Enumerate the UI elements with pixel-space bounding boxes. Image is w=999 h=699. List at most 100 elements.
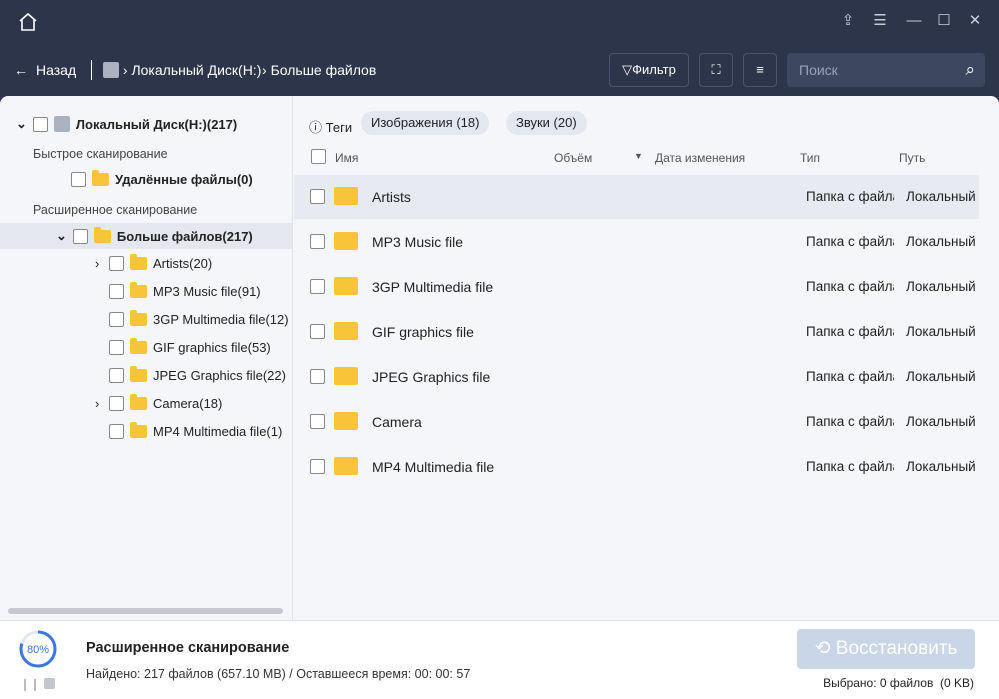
select-all-checkbox[interactable]: [311, 149, 326, 164]
checkbox[interactable]: [109, 312, 124, 327]
chevron-down-icon[interactable]: ⌄: [16, 116, 27, 132]
row-type: Папка с файлами: [806, 459, 894, 474]
row-checkbox[interactable]: [310, 414, 325, 429]
tree-deleted[interactable]: Удалённые файлы(0): [71, 170, 253, 187]
pause-icon[interactable]: ❙❙: [20, 677, 40, 691]
row-checkbox[interactable]: [310, 189, 325, 204]
list-icon: ≡: [756, 62, 764, 77]
column-type[interactable]: Тип: [800, 151, 820, 165]
row-type: Папка с файлами: [806, 234, 894, 249]
progress-ring: 80%: [19, 630, 57, 668]
row-type: Папка с файлами: [806, 279, 894, 294]
search-placeholder: Поиск: [799, 62, 838, 78]
checkbox[interactable]: [109, 256, 124, 271]
row-type: Папка с файлами: [806, 189, 894, 204]
folder-icon: [130, 254, 147, 270]
folder-icon: [130, 338, 147, 354]
checkbox[interactable]: [109, 424, 124, 439]
menu-icon[interactable]: ☰: [871, 12, 889, 30]
recover-label: Восстановить: [835, 638, 958, 659]
tree-label: MP4 Multimedia file(1): [153, 424, 283, 439]
help-icon: ⓘ: [309, 120, 323, 135]
folder-icon: [334, 412, 358, 430]
chevron-down-icon[interactable]: ⌄: [56, 228, 67, 244]
row-checkbox[interactable]: [310, 369, 325, 384]
table-row[interactable]: Artists Папка с файлами Локальный Диск: [294, 175, 979, 219]
checkbox[interactable]: [32, 116, 48, 132]
search-input[interactable]: Поиск ⌕: [787, 53, 985, 87]
tree-label: 3GP Multimedia file(12): [153, 312, 289, 327]
column-name[interactable]: Имя: [335, 151, 358, 165]
breadcrumb-disk[interactable]: › Локальный Диск(H:): [103, 62, 261, 78]
table-row[interactable]: JPEG Graphics file Папка с файлами Локальн…: [294, 355, 979, 399]
checkbox[interactable]: [71, 172, 86, 187]
tree-label: Больше файлов(217): [116, 228, 253, 244]
row-name: 3GP Multimedia file: [372, 279, 494, 295]
home-icon[interactable]: [18, 12, 38, 32]
tree-label: Локальный Диск(H:)(217): [75, 116, 238, 132]
folder-icon: [334, 187, 358, 205]
tree-root[interactable]: ⌄ Локальный Диск(H:)(217): [16, 116, 237, 132]
table-row[interactable]: 3GP Multimedia file Папка с файлами Локаль…: [294, 265, 979, 309]
file-list: ⓘ Теги Изображения (18) Звуки (20) Имя О…: [294, 96, 999, 620]
back-button[interactable]: ← Назад: [14, 62, 76, 78]
table-row[interactable]: MP3 Music file Папка с файлами Локальный Д…: [294, 220, 979, 264]
breadcrumb-current[interactable]: › Больше файлов: [262, 62, 376, 78]
crumb-label: Больше файлов: [270, 62, 377, 78]
tree-item[interactable]: 3GP Multimedia file(12): [109, 310, 289, 327]
row-name: JPEG Graphics file: [372, 369, 491, 385]
tree-label: MP3 Music file(91): [153, 284, 261, 299]
row-checkbox[interactable]: [310, 279, 325, 294]
group-quick-scan: Быстрое сканирование: [33, 147, 168, 161]
row-checkbox[interactable]: [310, 459, 325, 474]
divider: [91, 60, 92, 80]
column-size[interactable]: Объём: [554, 151, 592, 165]
chevron-right-icon[interactable]: ›: [95, 256, 103, 271]
checkbox[interactable]: [109, 396, 124, 411]
crumb-label: Локальный Диск(H:): [131, 62, 262, 78]
table-row[interactable]: Camera Папка с файлами Локальный Диск: [294, 400, 979, 444]
disk-icon: [53, 116, 70, 132]
tree-item[interactable]: JPEG Graphics file(22): [109, 366, 286, 383]
row-type: Папка с файлами: [806, 369, 894, 384]
folder-icon: [93, 226, 111, 243]
row-type: Папка с файлами: [806, 414, 894, 429]
row-checkbox[interactable]: [310, 234, 325, 249]
preview-button[interactable]: ⛶: [699, 53, 733, 87]
folder-icon: [334, 457, 358, 475]
checkbox[interactable]: [109, 284, 124, 299]
share-icon[interactable]: ⇪: [839, 12, 857, 30]
recover-button[interactable]: ⟲ Восстановить: [797, 629, 975, 669]
minimize-icon[interactable]: —: [905, 12, 923, 30]
tree-label: Artists(20): [153, 256, 213, 271]
checkbox[interactable]: [72, 228, 88, 244]
column-path[interactable]: Путь: [899, 151, 925, 165]
close-icon[interactable]: ✕: [966, 12, 984, 30]
search-icon[interactable]: ⌕: [965, 53, 975, 87]
checkbox[interactable]: [109, 368, 124, 383]
sort-down-icon[interactable]: ▼: [634, 151, 643, 161]
column-date[interactable]: Дата изменения: [655, 151, 745, 165]
maximize-icon[interactable]: ☐: [935, 12, 953, 30]
table-row[interactable]: GIF graphics file Папка с файлами Локальны…: [294, 310, 979, 354]
group-deep-scan: Расширенное сканирование: [33, 203, 198, 217]
filter-button[interactable]: ▽Фильтр: [609, 53, 689, 87]
tree-item[interactable]: › Artists(20): [95, 254, 213, 271]
row-checkbox[interactable]: [310, 324, 325, 339]
list-view-button[interactable]: ≡: [743, 53, 777, 87]
tree-item[interactable]: › Camera(18): [95, 394, 222, 411]
tree-more-files[interactable]: ⌄ Больше файлов(217): [56, 226, 253, 244]
folder-icon: [130, 422, 147, 438]
tree-item[interactable]: GIF graphics file(53): [109, 338, 271, 355]
stop-icon[interactable]: [44, 678, 55, 689]
folder-icon: [130, 310, 147, 326]
chevron-right-icon[interactable]: ›: [95, 396, 103, 411]
chip-images[interactable]: Изображения (18): [361, 111, 490, 135]
checkbox[interactable]: [109, 340, 124, 355]
chip-sounds[interactable]: Звуки (20): [506, 111, 587, 135]
table-row[interactable]: MP4 Multimedia file Папка с файлами Локаль…: [294, 445, 979, 489]
tree-item[interactable]: MP4 Multimedia file(1): [109, 422, 283, 439]
filter-label: Фильтр: [632, 62, 676, 77]
tree-item[interactable]: MP3 Music file(91): [109, 282, 261, 299]
horizontal-scrollbar[interactable]: [8, 608, 283, 614]
